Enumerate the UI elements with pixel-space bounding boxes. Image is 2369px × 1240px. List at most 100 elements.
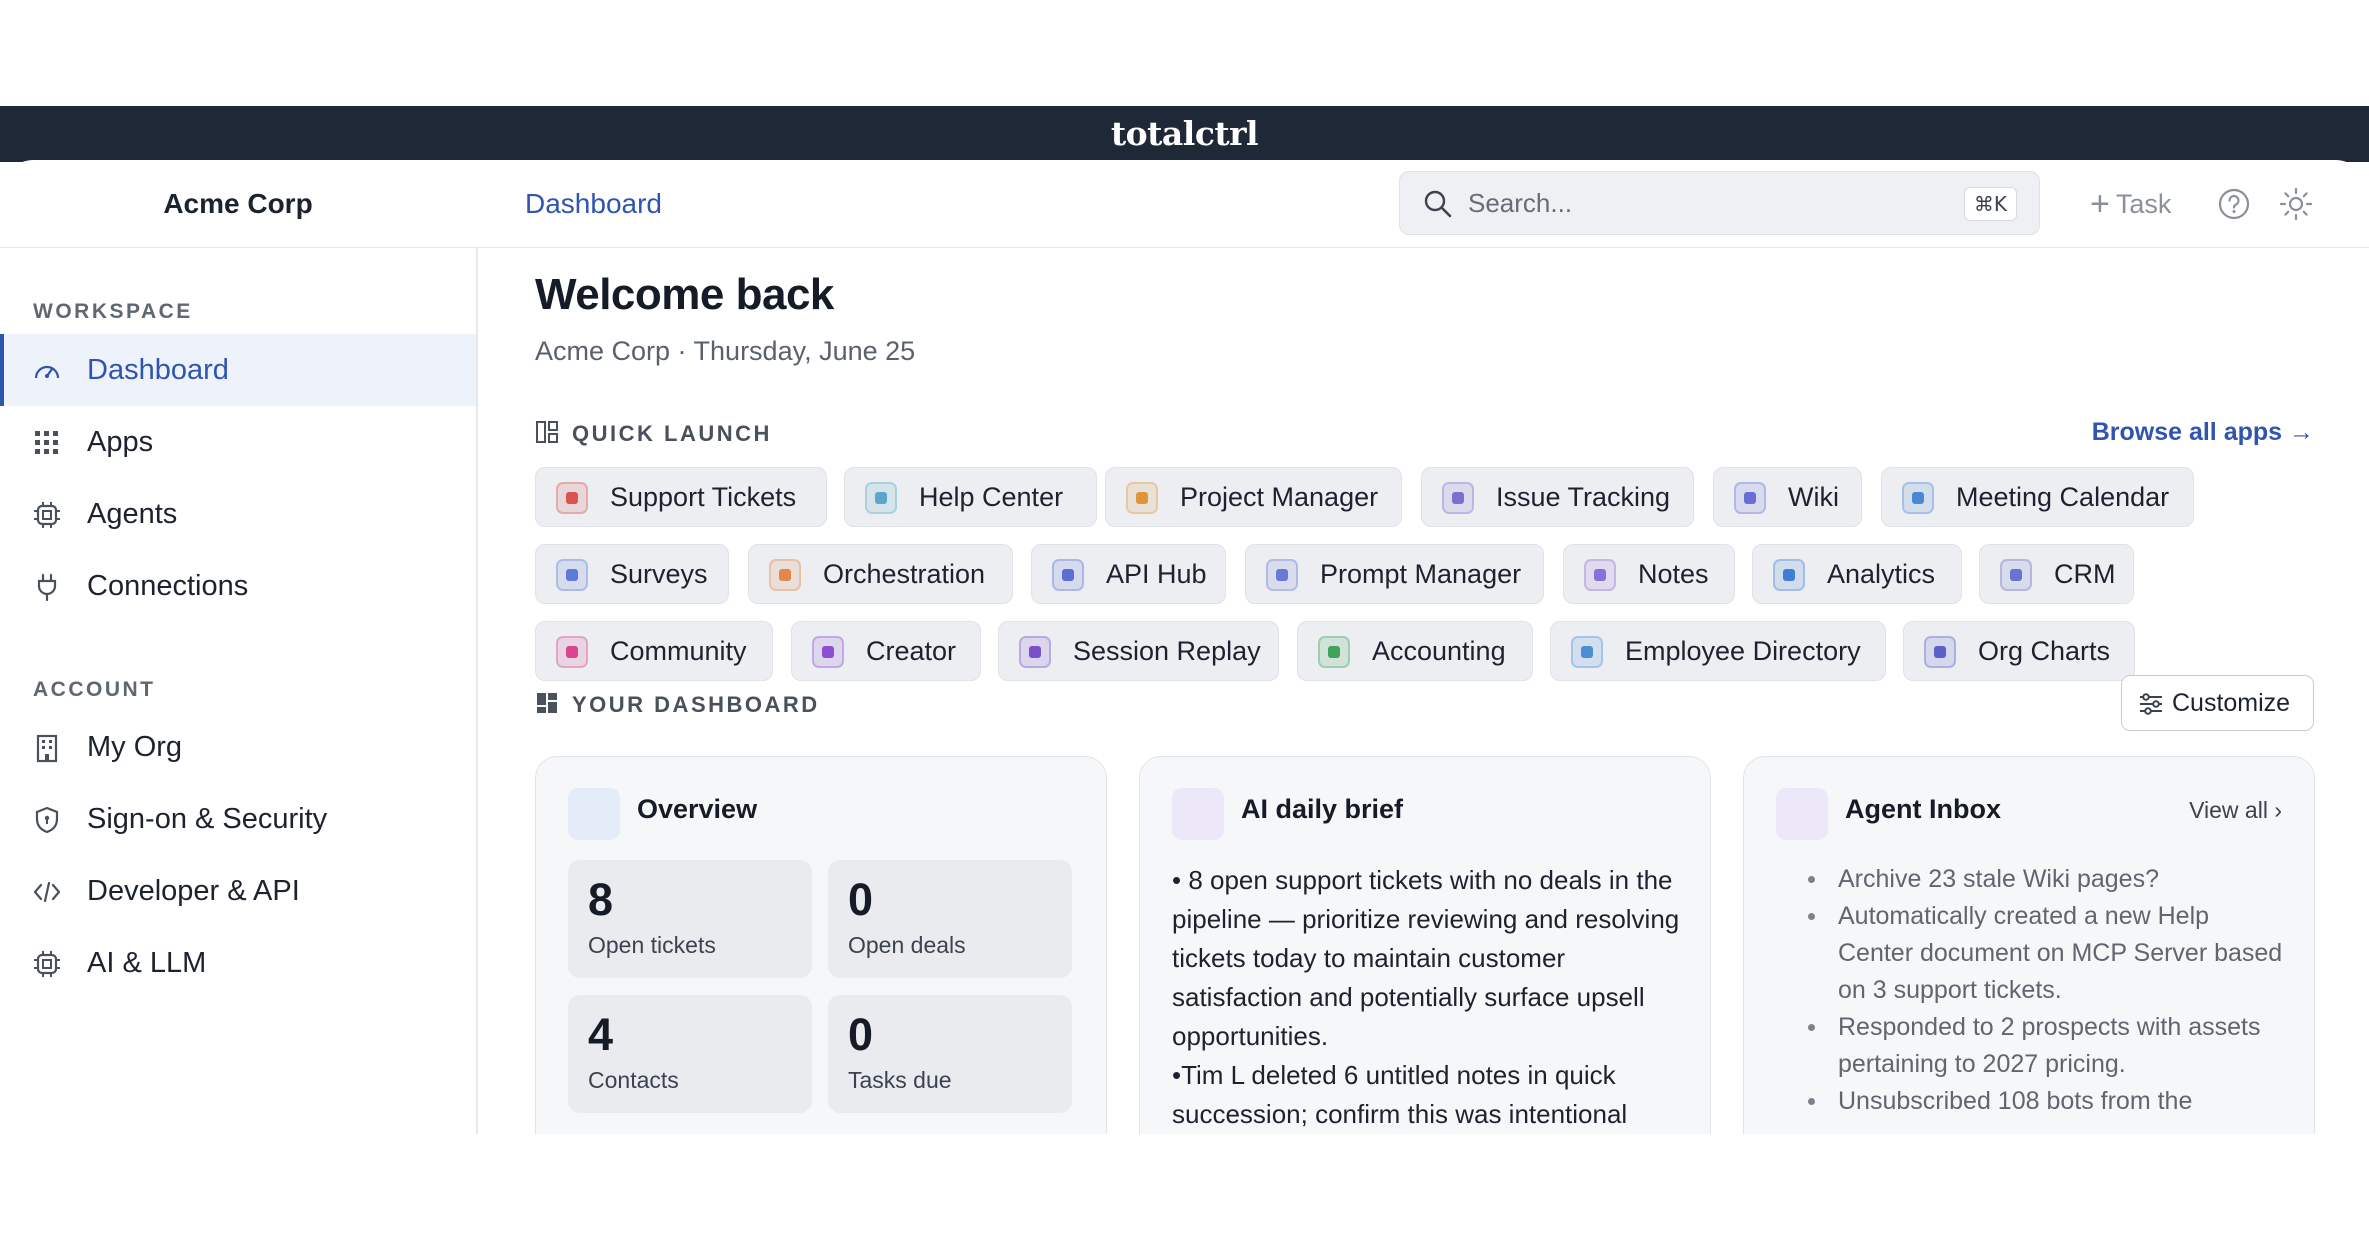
code-icon — [33, 881, 61, 903]
page-title: Welcome back — [535, 270, 834, 319]
card-title: AI daily brief — [1241, 794, 1404, 824]
app-crm[interactable]: CRM — [1979, 544, 2134, 604]
app-creator[interactable]: Creator — [791, 621, 981, 681]
dashboard-label: YOUR DASHBOARD — [572, 692, 820, 717]
search-input[interactable]: Search... ⌘K — [1399, 171, 2040, 235]
app-org-charts[interactable]: Org Charts — [1903, 621, 2135, 681]
form-icon — [556, 559, 588, 591]
chip-icon — [34, 951, 60, 977]
breadcrumb[interactable]: Dashboard — [525, 160, 662, 248]
sidebar-item-developer-api[interactable]: Developer & API — [0, 855, 476, 927]
stat-label: Contacts — [588, 1067, 679, 1093]
view-all-link[interactable]: View all › — [2189, 797, 2282, 824]
app-label: Meeting Calendar — [1956, 482, 2170, 512]
add-task-button[interactable]: + Task — [2090, 160, 2171, 248]
app-icon-glyph — [1581, 646, 1593, 658]
app-employee-directory[interactable]: Employee Directory — [1550, 621, 1886, 681]
book-icon — [1734, 482, 1766, 514]
stat-contacts[interactable]: 4 Contacts — [568, 995, 812, 1113]
app-icon-glyph — [566, 646, 578, 658]
app-support-tickets[interactable]: Support Tickets — [535, 467, 827, 527]
plus-icon: + — [2090, 185, 2110, 223]
app-prompt-manager[interactable]: Prompt Manager — [1245, 544, 1544, 604]
sidebar-item-label: Sign-on & Security — [87, 803, 328, 835]
app-icon-glyph — [1744, 492, 1756, 504]
sidebar-item-label: Dashboard — [87, 354, 229, 386]
inbox-item[interactable]: Unsubscribed 108 bots from the — [1808, 1083, 2288, 1120]
org-chart-icon — [1924, 636, 1956, 668]
sun-icon[interactable] — [2278, 186, 2314, 222]
dashboard-icon — [537, 693, 557, 713]
page-subtitle: Acme Corp · Thursday, June 25 — [535, 336, 916, 366]
app-orchestration[interactable]: Orchestration — [748, 544, 1013, 604]
app-icon-glyph — [1062, 569, 1074, 581]
app-label: Wiki — [1788, 482, 1839, 512]
app-label: Creator — [866, 636, 957, 666]
grid-icon — [35, 431, 58, 454]
sidebar-item-dashboard[interactable]: Dashboard — [0, 334, 476, 406]
sidebar-item-ai-llm[interactable]: AI & LLM — [0, 927, 476, 999]
stat-label: Open tickets — [588, 932, 716, 958]
app-project-manager[interactable]: Project Manager — [1105, 467, 1402, 527]
stat-open-deals[interactable]: 0 Open deals — [828, 860, 1072, 978]
app-label: Issue Tracking — [1496, 482, 1671, 512]
notes-icon — [1584, 559, 1616, 591]
app-surveys[interactable]: Surveys — [535, 544, 729, 604]
app-icon-glyph — [822, 646, 834, 658]
search-placeholder: Search... — [1468, 188, 1573, 218]
quick-launch-heading: QUICK LAUNCH — [535, 420, 935, 446]
search-icon — [1424, 190, 1452, 218]
app-accounting[interactable]: Accounting — [1297, 621, 1533, 681]
browse-all-apps-link[interactable]: Browse all apps → — [2092, 418, 2314, 447]
help-icon[interactable] — [2216, 186, 2252, 222]
stat-label: Open deals — [848, 932, 966, 958]
card-title: Overview — [637, 794, 758, 824]
sidebar-item-apps[interactable]: Apps — [0, 406, 476, 478]
search-shortcut: ⌘K — [1963, 187, 2017, 221]
app-label: Support Tickets — [610, 482, 797, 512]
kanban-icon — [1126, 482, 1158, 514]
inbox-item[interactable]: Automatically created a new Help Center … — [1808, 898, 2288, 1009]
inbox-list: Archive 23 stale Wiki pages? Automatical… — [1808, 861, 2288, 1120]
chart-icon — [568, 788, 620, 840]
sidebar: WORKSPACE Dashboard Apps Agents Connecti… — [0, 248, 478, 1134]
stat-label: Tasks due — [848, 1067, 952, 1093]
inbox-item[interactable]: Archive 23 stale Wiki pages? — [1808, 861, 2288, 898]
app-label: Analytics — [1827, 559, 1936, 589]
layout-icon — [536, 421, 558, 443]
app-label: Employee Directory — [1625, 636, 1861, 666]
sidebar-item-agents[interactable]: Agents — [0, 478, 476, 550]
app-issue-tracking[interactable]: Issue Tracking — [1421, 467, 1694, 527]
app-label: API Hub — [1106, 559, 1207, 589]
app-session-replay[interactable]: Session Replay — [998, 621, 1279, 681]
sidebar-item-security[interactable]: Sign-on & Security — [0, 783, 476, 855]
app-wiki[interactable]: Wiki — [1713, 467, 1862, 527]
app-community[interactable]: Community — [535, 621, 773, 681]
app-icon-glyph — [2010, 569, 2022, 581]
ai-brief-card: AI daily brief • 8 open support tickets … — [1139, 756, 1711, 1134]
stat-tasks-due[interactable]: 0 Tasks due — [828, 995, 1072, 1113]
add-task-label: Task — [2115, 189, 2172, 219]
inbox-icon — [1776, 788, 1828, 840]
app-meeting-calendar[interactable]: Meeting Calendar — [1881, 467, 2194, 527]
app-icon-glyph — [1136, 492, 1148, 504]
inbox-item[interactable]: Responded to 2 prospects with assets per… — [1808, 1009, 2288, 1083]
sidebar-item-label: Agents — [87, 498, 178, 530]
org-name[interactable]: Acme Corp — [0, 160, 476, 248]
app-api-hub[interactable]: API Hub — [1031, 544, 1226, 604]
app-label: Notes — [1638, 559, 1709, 589]
stat-open-tickets[interactable]: 8 Open tickets — [568, 860, 812, 978]
film-icon — [1019, 636, 1051, 668]
app-analytics[interactable]: Analytics — [1752, 544, 1962, 604]
sidebar-item-label: Developer & API — [87, 875, 300, 907]
customize-button[interactable]: Customize — [2121, 675, 2314, 731]
app-help-center[interactable]: Help Center — [844, 467, 1097, 527]
sidebar-item-my-org[interactable]: My Org — [0, 711, 476, 783]
workspace-heading: WORKSPACE — [33, 300, 193, 323]
account-heading: ACCOUNT — [33, 678, 156, 701]
sidebar-item-label: AI & LLM — [87, 947, 207, 979]
sidebar-item-label: My Org — [87, 731, 183, 763]
app-notes[interactable]: Notes — [1563, 544, 1735, 604]
sidebar-item-connections[interactable]: Connections — [0, 550, 476, 622]
hierarchy-icon — [769, 559, 801, 591]
